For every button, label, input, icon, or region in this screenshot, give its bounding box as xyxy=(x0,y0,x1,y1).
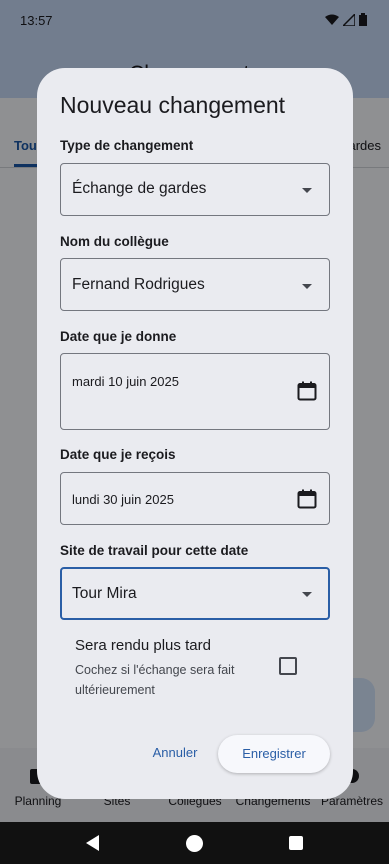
receive-date-label: Date que je reçois xyxy=(60,447,176,462)
dropdown-arrow-icon xyxy=(302,284,312,289)
type-label: Type de changement xyxy=(60,138,194,153)
dropdown-arrow-icon xyxy=(302,188,312,193)
receive-date-field[interactable]: lundi 30 juin 2025 xyxy=(60,472,330,525)
site-label: Site de travail pour cette date xyxy=(60,543,249,558)
dropdown-arrow-icon xyxy=(302,592,312,597)
calendar-icon[interactable] xyxy=(297,489,317,509)
cancel-button[interactable]: Annuler xyxy=(142,735,208,771)
later-title: Sera rendu plus tard xyxy=(75,637,211,654)
work-site-value: Tour Mira xyxy=(72,585,137,602)
colleague-value: Fernand Rodrigues xyxy=(72,276,205,293)
give-date-value: mardi 10 juin 2025 xyxy=(72,374,179,389)
return-later-checkbox[interactable] xyxy=(279,657,297,675)
change-type-select[interactable]: Échange de gardes xyxy=(60,163,330,216)
recents-icon[interactable] xyxy=(289,836,303,850)
receive-date-value: lundi 30 juin 2025 xyxy=(72,492,174,507)
give-date-label: Date que je donne xyxy=(60,329,177,344)
back-icon[interactable] xyxy=(86,835,99,851)
save-button[interactable]: Enregistrer xyxy=(218,735,330,773)
colleague-label: Nom du collègue xyxy=(60,234,169,249)
give-date-field[interactable]: mardi 10 juin 2025 xyxy=(60,353,330,430)
colleague-select[interactable]: Fernand Rodrigues xyxy=(60,258,330,311)
system-nav-bar xyxy=(0,822,389,864)
work-site-select[interactable]: Tour Mira xyxy=(60,567,330,620)
home-icon[interactable] xyxy=(186,835,203,852)
later-subtitle: Cochez si l'échange sera fait ultérieure… xyxy=(75,663,235,697)
new-change-dialog: Nouveau changement Type de changement Éc… xyxy=(37,68,353,799)
dialog-title: Nouveau changement xyxy=(60,92,286,118)
calendar-icon[interactable] xyxy=(297,381,317,401)
change-type-value: Échange de gardes xyxy=(72,180,207,197)
